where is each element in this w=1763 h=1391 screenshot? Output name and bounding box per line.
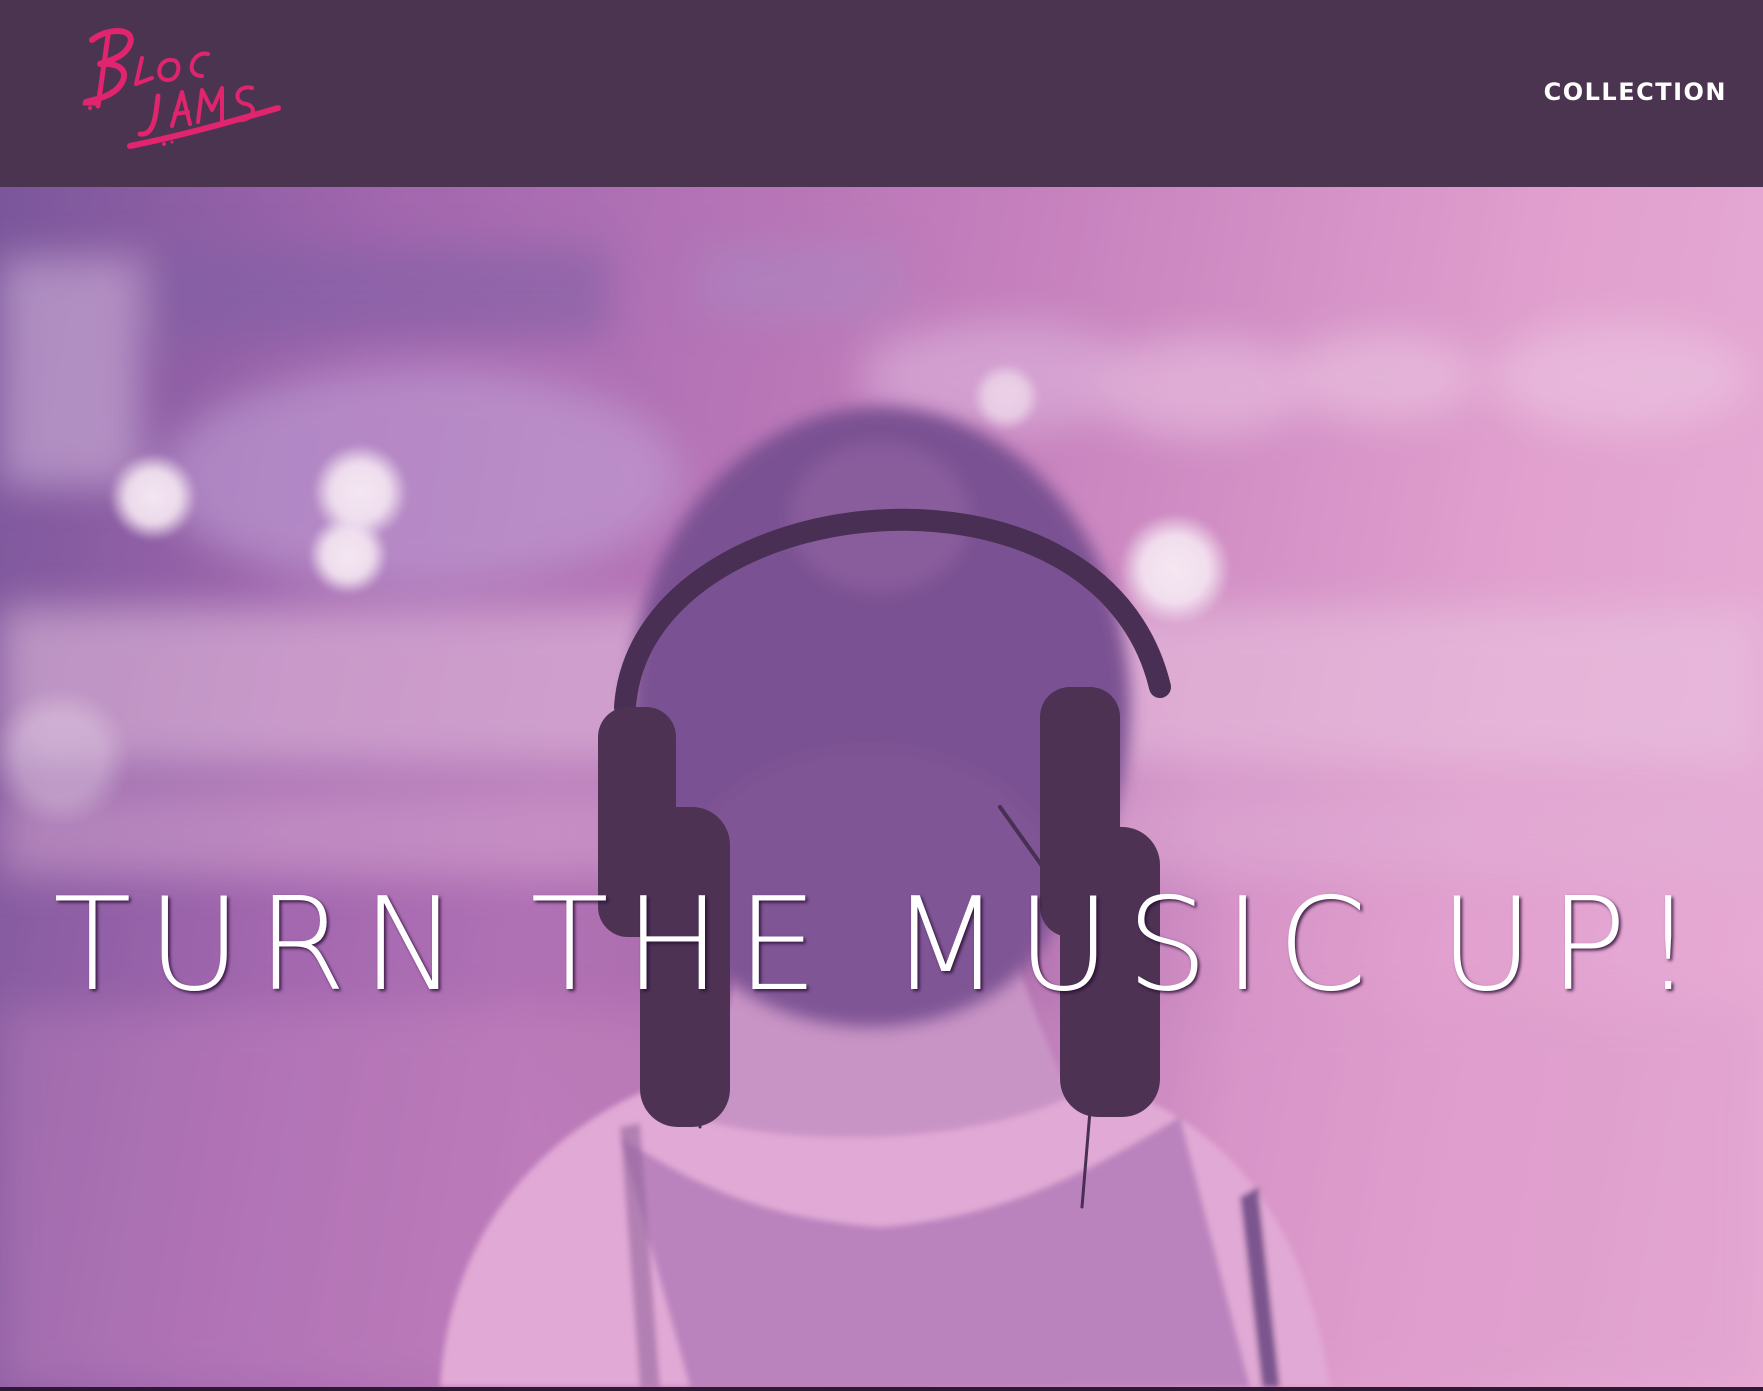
hero-title: TURN THE MUSIC UP! xyxy=(53,871,1710,1020)
bloc-jams-logo[interactable] xyxy=(80,18,290,153)
nav-collection-link[interactable]: COLLECTION xyxy=(1544,78,1727,106)
top-navbar: COLLECTION xyxy=(0,0,1763,187)
logo-graphic xyxy=(82,27,281,149)
hero-section: TURN THE MUSIC UP! xyxy=(0,187,1763,1387)
bottom-border xyxy=(0,1387,1763,1391)
hero-background-image xyxy=(0,187,1763,1387)
